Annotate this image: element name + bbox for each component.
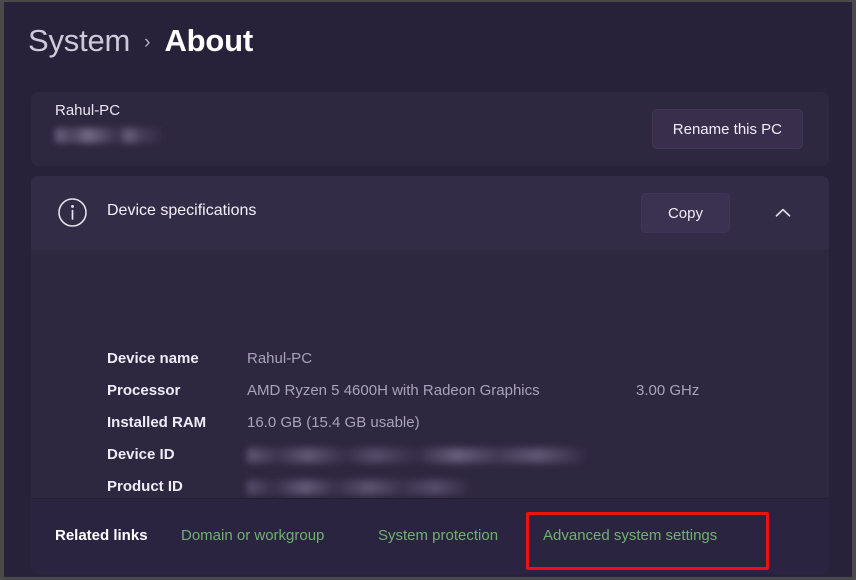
spec-value: Rahul-PC <box>247 350 312 367</box>
pc-name-label: Rahul-PC <box>55 102 120 119</box>
pc-subtitle-redacted: ████ ██████ ██ <box>55 128 163 143</box>
related-links-title: Related links <box>55 527 148 544</box>
spec-label: Device name <box>107 350 199 367</box>
settings-window: System › About Rahul-PC ████ ██████ ██ R… <box>0 0 856 580</box>
copy-button[interactable]: Copy <box>641 193 730 233</box>
device-specifications-title: Device specifications <box>107 202 256 220</box>
spec-label: Installed RAM <box>107 414 206 431</box>
spec-value: 16.0 GB (15.4 GB usable) <box>247 414 420 431</box>
spec-label: Device ID <box>107 446 175 463</box>
spec-value: AMD Ryzen 5 4600H with Radeon Graphics <box>247 382 540 399</box>
device-specifications-rows: Device name Rahul-PC Processor AMD Ryzen… <box>31 250 829 498</box>
breadcrumb-item-system[interactable]: System <box>28 23 130 59</box>
link-domain-or-workgroup[interactable]: Domain or workgroup <box>181 527 324 544</box>
pc-name-card: Rahul-PC ████ ██████ ██ Rename this PC <box>31 92 829 166</box>
spec-value-clock-speed: 3.00 GHz <box>636 382 699 399</box>
table-row: Device ID ████████-████-████-████-██████… <box>31 446 829 478</box>
table-row: Processor AMD Ryzen 5 4600H with Radeon … <box>31 382 829 414</box>
spec-label: Processor <box>107 382 180 399</box>
chevron-up-icon[interactable] <box>771 201 795 225</box>
spec-label: Product ID <box>107 478 183 495</box>
table-row: Installed RAM 16.0 GB (15.4 GB usable) <box>31 414 829 446</box>
page-title: About <box>164 23 253 59</box>
breadcrumb: System › About <box>28 16 253 66</box>
link-advanced-system-settings[interactable]: Advanced system settings <box>543 527 717 544</box>
related-links-bar: Related links Domain or workgroup System… <box>31 499 829 574</box>
link-system-protection[interactable]: System protection <box>378 527 498 544</box>
spec-value-redacted: ████████-████-████-████-████████████ <box>247 448 585 463</box>
device-specifications-card: Device specifications Copy Device name R… <box>31 176 829 574</box>
info-circle-icon <box>57 197 88 228</box>
breadcrumb-chevron-right-icon: › <box>144 33 150 52</box>
device-specifications-header[interactable]: Device specifications Copy <box>31 176 829 250</box>
table-row: Device name Rahul-PC <box>31 350 829 382</box>
rename-this-pc-button[interactable]: Rename this PC <box>652 109 803 149</box>
spec-value-redacted: █████-█████-█████-█████ <box>247 480 469 495</box>
